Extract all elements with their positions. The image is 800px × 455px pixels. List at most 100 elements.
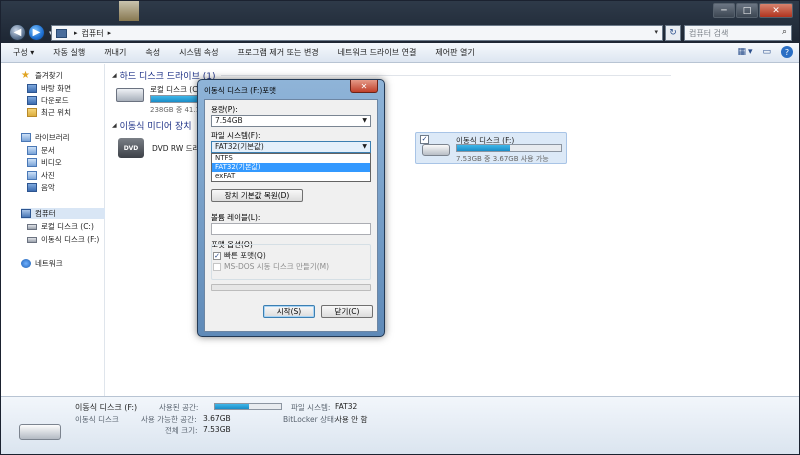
back-arrow-icon[interactable]: ◀ [9,24,26,41]
recent-places-icon [27,108,37,117]
hard-drive-icon [27,223,37,230]
window-controls: ─ □ ✕ [712,3,793,18]
item-checkbox[interactable]: ✓ [420,135,429,144]
toolbar-map-drive[interactable]: 네트워크 드라이브 연결 [338,47,417,58]
command-toolbar: 구성 ▾ 자동 실행 꺼내기 속성 시스템 속성 프로그램 제거 또는 변경 네… [1,43,799,63]
toolbar-properties[interactable]: 속성 [145,47,160,58]
toolbar-organize[interactable]: 구성 ▾ [13,47,34,58]
sidebar-item-favorites[interactable]: ★ 즐겨찾기 [21,70,63,81]
address-bar[interactable]: ▸ 컴퓨터 ▸ ▾ [51,25,663,41]
toolbar-right: ▦ ▾ ▭ ? [727,46,793,58]
option-ntfs[interactable]: NTFS [212,154,370,163]
option-fat32[interactable]: FAT32(기본값) [212,163,370,172]
toolbar-uninstall[interactable]: 프로그램 제거 또는 변경 [237,47,318,58]
collapse-triangle-icon[interactable]: ◢ [112,122,117,129]
start-button[interactable]: 시작(S) [263,305,315,318]
minimize-button[interactable]: ─ [713,3,735,18]
sidebar-label: 비디오 [41,158,62,167]
details-name: 이동식 디스크 (F:) [75,403,138,412]
sidebar-label: 다운로드 [41,96,69,105]
dvd-label: DVD [123,144,139,152]
documents-icon [27,146,37,155]
drive-usage-bar [456,144,562,152]
volume-label-input[interactable] [211,223,371,235]
section-hard-drives[interactable]: ◢ 하드 디스크 드라이브 (1) [112,69,672,82]
section-removable-media[interactable]: ◢ 이동식 미디어 장치 [112,119,192,132]
view-options-icon[interactable]: ▦ [737,47,746,57]
sidebar-item-network[interactable]: 네트워크 [21,258,63,269]
details-usage-bar [214,403,282,410]
details-bitlocker-value: 사용 안 함 [335,415,368,424]
app-icon [119,1,139,21]
nav-buttons: ◀ ▶ ▾ [9,24,53,41]
sidebar-item-pictures[interactable]: 사진 [27,170,55,181]
drive-removable-selected[interactable]: ✓ 이동식 디스크 (F:) 7.53GB 중 3.67GB 사용 가능 [415,132,567,164]
maximize-button[interactable]: □ [736,3,758,18]
collapse-triangle-icon[interactable]: ◢ [112,72,117,79]
details-fs-value: FAT32 [335,402,358,411]
sidebar-item-removable-disk[interactable]: 이동식 디스크 (F:) [27,234,99,245]
sidebar-item-downloads[interactable]: 다운로드 [27,95,69,106]
forward-arrow-icon[interactable]: ▶ [28,24,45,41]
address-dropdown-icon[interactable]: ▾ [654,28,658,36]
sidebar-item-music[interactable]: 음악 [27,182,55,193]
volume-label-label: 볼륨 레이블(L): [211,213,261,222]
msdos-startup-label: MS-DOS 시동 디스크 만들기(M) [224,262,330,271]
computer-icon [21,209,31,218]
capacity-select[interactable]: 7.54GB ▼ [211,115,371,127]
music-icon [27,183,37,192]
drive-name: 로컬 디스크 (C:) [150,85,203,94]
sidebar-item-recent[interactable]: 최근 위치 [27,107,71,118]
computer-icon [56,28,67,38]
toolbar-eject[interactable]: 꺼내기 [104,47,126,58]
sidebar-label: 라이브러리 [35,133,70,142]
explorer-window: ─ □ ✕ ◀ ▶ ▾ ▸ 컴퓨터 ▸ ▾ ↻ 컴퓨터 검색 ⌕ 구성 ▾ 자동… [0,0,800,455]
toolbar-system-properties[interactable]: 시스템 속성 [179,47,218,58]
details-bitlocker-label: BitLocker 상태: [283,415,337,424]
sidebar-item-videos[interactable]: 비디오 [27,157,62,168]
breadcrumb-chevron-icon[interactable]: ▸ [108,29,112,37]
dialog-body: 용량(P): 7.54GB ▼ 파일 시스템(F): FAT32(기본값) ▼ … [204,99,378,332]
sidebar-item-computer[interactable]: 컴퓨터 [21,208,105,219]
checkbox-checked-icon: ✓ [213,251,221,260]
dialog-close-button[interactable]: ✕ [350,80,378,93]
toolbar-autoplay[interactable]: 자동 실행 [53,47,85,58]
sidebar-item-desktop[interactable]: 바탕 화면 [27,83,71,94]
quick-format-checkbox[interactable]: ✓ 빠른 포맷(Q) [213,250,266,261]
sidebar-item-local-disk[interactable]: 로컬 디스크 (C:) [27,221,94,232]
usb-drive-icon [19,424,61,440]
search-input[interactable]: 컴퓨터 검색 ⌕ [684,25,792,41]
hard-drive-icon [116,88,144,102]
sidebar-label: 문서 [41,146,55,155]
details-free-label: 사용 가능한 공간: [141,415,197,424]
filesystem-label: 파일 시스템(F): [211,131,261,140]
refresh-icon[interactable]: ↻ [665,25,681,41]
details-usage-fill [215,404,249,409]
option-exfat[interactable]: exFAT [212,172,370,181]
sidebar-label: 최근 위치 [41,108,71,117]
close-dialog-button[interactable]: 닫기(C) [321,305,373,318]
downloads-icon [27,96,37,105]
filesystem-value: FAT32(기본값) [215,142,264,151]
close-button[interactable]: ✕ [759,3,793,18]
sidebar-label: 사진 [41,171,55,180]
navigation-pane: ★ 즐겨찾기 바탕 화면 다운로드 최근 위치 라이브러리 문서 비디오 사진 … [1,64,105,396]
search-icon[interactable]: ⌕ [782,27,787,37]
sidebar-item-documents[interactable]: 문서 [27,145,55,156]
drive-usage-fill [457,145,511,151]
details-pane: 이동식 디스크 (F:) 이동식 디스크 사용된 공간: 사용 가능한 공간: … [1,396,799,454]
toolbar-control-panel[interactable]: 제어판 열기 [435,47,474,58]
view-dropdown-icon[interactable]: ▾ [748,47,753,57]
preview-pane-icon[interactable]: ▭ [762,47,771,57]
help-icon[interactable]: ? [781,46,793,58]
details-free-value: 3.67GB [203,414,231,423]
breadcrumb-computer[interactable]: 컴퓨터 [82,28,104,39]
search-placeholder: 컴퓨터 검색 [689,28,729,38]
filesystem-select[interactable]: FAT32(기본값) ▼ [211,141,371,153]
capacity-label: 용량(P): [211,105,238,114]
details-used-label: 사용된 공간: [159,403,199,412]
restore-defaults-button[interactable]: 장치 기본값 복원(D) [211,189,303,202]
sidebar-item-libraries[interactable]: 라이브러리 [21,132,70,143]
details-total-label: 전체 크기: [165,426,198,435]
breadcrumb-separator-icon[interactable]: ▸ [74,29,78,37]
